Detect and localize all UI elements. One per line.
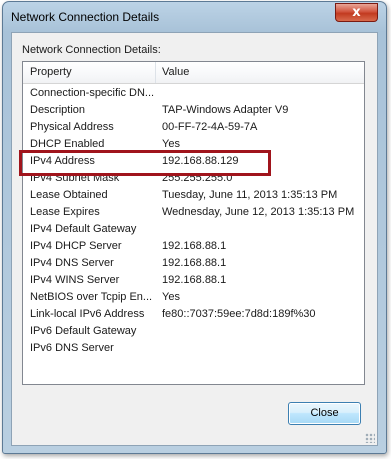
row-property: IPv4 Default Gateway [30, 223, 137, 235]
table-row[interactable]: Connection-specific DN... [23, 85, 364, 102]
row-property: IPv4 WINS Server [30, 274, 120, 286]
row-property: Connection-specific DN... [30, 87, 155, 99]
table-row[interactable]: IPv6 DNS Server [23, 340, 364, 357]
list-header: Property Value [23, 62, 364, 84]
row-value: 192.168.88.1 [162, 240, 227, 252]
table-row[interactable]: Description TAP-Windows Adapter V9 [23, 102, 364, 119]
row-property: Physical Address [30, 121, 114, 133]
table-row[interactable]: Physical Address 00-FF-72-4A-59-7A [23, 119, 364, 136]
column-separator[interactable] [155, 62, 156, 83]
row-value: 00-FF-72-4A-59-7A [162, 121, 258, 133]
close-button[interactable]: Close [288, 402, 361, 425]
row-value: 192.168.88.129 [162, 155, 239, 167]
dialog-client-area: Network Connection Details: Property Val… [11, 32, 378, 446]
row-property: IPv6 Default Gateway [30, 325, 137, 337]
row-property: IPv4 DNS Server [30, 257, 114, 269]
column-header-property[interactable]: Property [30, 66, 72, 78]
resize-grip-icon[interactable] [365, 433, 375, 443]
table-row[interactable]: IPv6 Default Gateway [23, 323, 364, 340]
row-property: IPv4 DHCP Server [30, 240, 122, 252]
row-value: Tuesday, June 11, 2013 1:35:13 PM [162, 189, 338, 201]
table-row[interactable]: IPv4 Subnet Mask 255.255.255.0 [23, 170, 364, 187]
row-value: Yes [162, 138, 180, 150]
table-row[interactable]: IPv4 Default Gateway [23, 221, 364, 238]
row-value: TAP-Windows Adapter V9 [162, 104, 289, 116]
row-property: NetBIOS over Tcpip En... [30, 291, 153, 303]
details-label: Network Connection Details: [22, 44, 161, 56]
table-row[interactable]: IPv4 WINS Server 192.168.88.1 [23, 272, 364, 289]
row-property: Lease Expires [30, 206, 100, 218]
table-row[interactable]: NetBIOS over Tcpip En... Yes [23, 289, 364, 306]
window-close-icon[interactable]: x [335, 3, 378, 22]
row-property: Link-local IPv6 Address [30, 308, 145, 320]
table-row[interactable]: IPv4 Address 192.168.88.129 [23, 153, 364, 170]
row-value: 255.255.255.0 [162, 172, 233, 184]
row-value: Wednesday, June 12, 2013 1:35:13 PM [162, 206, 355, 218]
row-value: 192.168.88.1 [162, 274, 227, 286]
details-list[interactable]: Property Value Connection-specific DN...… [22, 61, 365, 385]
table-row[interactable]: Lease Obtained Tuesday, June 11, 2013 1:3… [23, 187, 364, 204]
row-property: IPv6 DNS Server [30, 342, 114, 354]
table-row[interactable]: IPv4 DHCP Server 192.168.88.1 [23, 238, 364, 255]
table-row[interactable]: DHCP Enabled Yes [23, 136, 364, 153]
window-title: Network Connection Details [11, 10, 160, 24]
list-rows: Connection-specific DN... Description TAP-… [23, 85, 364, 357]
row-value: fe80::7037:59ee:7d8d:189f%30 [162, 308, 316, 320]
column-header-value[interactable]: Value [162, 66, 189, 78]
row-value: Yes [162, 291, 180, 303]
table-row[interactable]: Lease Expires Wednesday, June 12, 2013 1:… [23, 204, 364, 221]
row-value: 192.168.88.1 [162, 257, 227, 269]
network-connection-details-window: Network Connection Details x Network Con… [2, 1, 387, 454]
row-property: IPv4 Subnet Mask [30, 172, 120, 184]
row-property: DHCP Enabled [30, 138, 105, 150]
row-property: IPv4 Address [30, 155, 95, 167]
row-property: Description [30, 104, 86, 116]
table-row[interactable]: IPv4 DNS Server 192.168.88.1 [23, 255, 364, 272]
row-property: Lease Obtained [30, 189, 108, 201]
table-row[interactable]: Link-local IPv6 Address fe80::7037:59ee:7… [23, 306, 364, 323]
